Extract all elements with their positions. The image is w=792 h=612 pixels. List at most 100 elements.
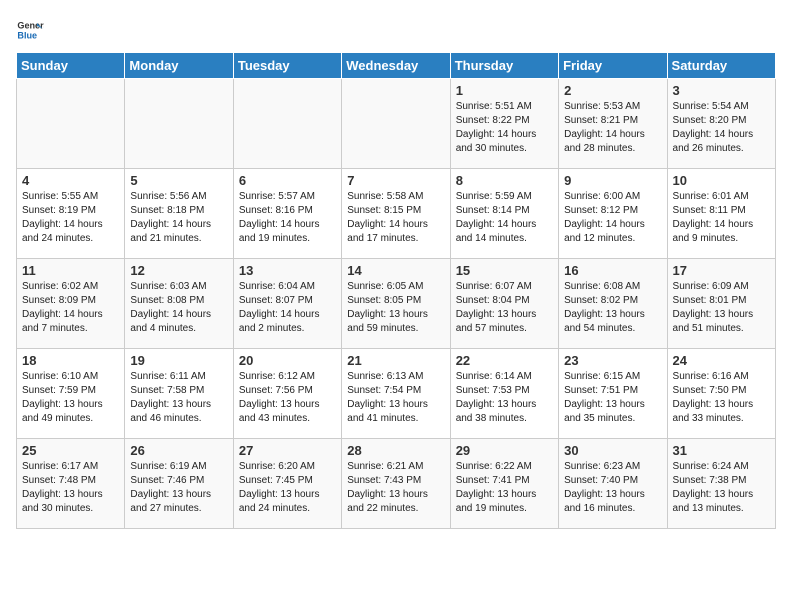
calendar-cell: 31 Sunrise: 6:24 AM Sunset: 7:38 PM Dayli… — [667, 439, 775, 529]
calendar-cell: 24 Sunrise: 6:16 AM Sunset: 7:50 PM Dayli… — [667, 349, 775, 439]
day-info: Sunrise: 6:20 AM Sunset: 7:45 PM Dayligh… — [239, 460, 336, 516]
day-info: Sunrise: 6:13 AM Sunset: 7:54 PM Dayligh… — [347, 370, 444, 426]
calendar-cell: 25 Sunrise: 6:17 AM Sunset: 7:48 PM Dayli… — [17, 439, 125, 529]
day-number: 29 — [456, 443, 553, 458]
day-number: 18 — [22, 353, 119, 368]
day-info: Sunrise: 6:05 AM Sunset: 8:05 PM Dayligh… — [347, 280, 444, 336]
day-number: 23 — [564, 353, 661, 368]
day-number: 9 — [564, 173, 661, 188]
day-number: 6 — [239, 173, 336, 188]
day-info: Sunrise: 5:55 AM Sunset: 8:19 PM Dayligh… — [22, 190, 119, 246]
day-info: Sunrise: 6:24 AM Sunset: 7:38 PM Dayligh… — [673, 460, 770, 516]
day-info: Sunrise: 6:01 AM Sunset: 8:11 PM Dayligh… — [673, 190, 770, 246]
day-number: 25 — [22, 443, 119, 458]
day-number: 26 — [130, 443, 227, 458]
day-info: Sunrise: 6:11 AM Sunset: 7:58 PM Dayligh… — [130, 370, 227, 426]
day-number: 8 — [456, 173, 553, 188]
calendar-cell: 4 Sunrise: 5:55 AM Sunset: 8:19 PM Daylig… — [17, 169, 125, 259]
weekday-header-saturday: Saturday — [667, 53, 775, 79]
day-number: 5 — [130, 173, 227, 188]
day-number: 31 — [673, 443, 770, 458]
day-info: Sunrise: 6:19 AM Sunset: 7:46 PM Dayligh… — [130, 460, 227, 516]
day-number: 16 — [564, 263, 661, 278]
day-info: Sunrise: 6:23 AM Sunset: 7:40 PM Dayligh… — [564, 460, 661, 516]
calendar-cell: 1 Sunrise: 5:51 AM Sunset: 8:22 PM Daylig… — [450, 79, 558, 169]
logo-icon: General Blue — [16, 16, 44, 44]
calendar-cell: 11 Sunrise: 6:02 AM Sunset: 8:09 PM Dayli… — [17, 259, 125, 349]
day-number: 4 — [22, 173, 119, 188]
calendar-table: SundayMondayTuesdayWednesdayThursdayFrid… — [16, 52, 776, 529]
calendar-cell: 26 Sunrise: 6:19 AM Sunset: 7:46 PM Dayli… — [125, 439, 233, 529]
day-number: 2 — [564, 83, 661, 98]
calendar-cell: 19 Sunrise: 6:11 AM Sunset: 7:58 PM Dayli… — [125, 349, 233, 439]
calendar-cell: 16 Sunrise: 6:08 AM Sunset: 8:02 PM Dayli… — [559, 259, 667, 349]
day-info: Sunrise: 6:17 AM Sunset: 7:48 PM Dayligh… — [22, 460, 119, 516]
weekday-header-thursday: Thursday — [450, 53, 558, 79]
calendar-cell: 12 Sunrise: 6:03 AM Sunset: 8:08 PM Dayli… — [125, 259, 233, 349]
calendar-cell: 10 Sunrise: 6:01 AM Sunset: 8:11 PM Dayli… — [667, 169, 775, 259]
calendar-cell: 6 Sunrise: 5:57 AM Sunset: 8:16 PM Daylig… — [233, 169, 341, 259]
day-info: Sunrise: 6:22 AM Sunset: 7:41 PM Dayligh… — [456, 460, 553, 516]
calendar-cell: 20Sunrise: 6:12 AM Sunset: 7:56 PM Dayli… — [233, 349, 341, 439]
calendar-cell: 28 Sunrise: 6:21 AM Sunset: 7:43 PM Dayli… — [342, 439, 450, 529]
calendar-cell: 9 Sunrise: 6:00 AM Sunset: 8:12 PM Daylig… — [559, 169, 667, 259]
calendar-cell: 21Sunrise: 6:13 AM Sunset: 7:54 PM Dayli… — [342, 349, 450, 439]
svg-text:Blue: Blue — [17, 30, 37, 40]
day-number: 10 — [673, 173, 770, 188]
day-number: 22 — [456, 353, 553, 368]
day-info: Sunrise: 6:02 AM Sunset: 8:09 PM Dayligh… — [22, 280, 119, 336]
weekday-header-friday: Friday — [559, 53, 667, 79]
weekday-header-wednesday: Wednesday — [342, 53, 450, 79]
day-info: Sunrise: 6:00 AM Sunset: 8:12 PM Dayligh… — [564, 190, 661, 246]
weekday-header-sunday: Sunday — [17, 53, 125, 79]
day-info: Sunrise: 5:51 AM Sunset: 8:22 PM Dayligh… — [456, 100, 553, 156]
day-info: Sunrise: 5:59 AM Sunset: 8:14 PM Dayligh… — [456, 190, 553, 246]
day-number: 11 — [22, 263, 119, 278]
day-info: Sunrise: 6:15 AM Sunset: 7:51 PM Dayligh… — [564, 370, 661, 426]
calendar-cell: 14 Sunrise: 6:05 AM Sunset: 8:05 PM Dayli… — [342, 259, 450, 349]
day-number: 3 — [673, 83, 770, 98]
calendar-cell: 2 Sunrise: 5:53 AM Sunset: 8:21 PM Daylig… — [559, 79, 667, 169]
day-info: Sunrise: 5:57 AM Sunset: 8:16 PM Dayligh… — [239, 190, 336, 246]
day-number: 14 — [347, 263, 444, 278]
page-header: General Blue — [16, 16, 776, 44]
day-number: 1 — [456, 83, 553, 98]
day-info: Sunrise: 5:54 AM Sunset: 8:20 PM Dayligh… — [673, 100, 770, 156]
day-info: Sunrise: 6:14 AM Sunset: 7:53 PM Dayligh… — [456, 370, 553, 426]
day-number: 28 — [347, 443, 444, 458]
day-number: 12 — [130, 263, 227, 278]
day-info: Sunrise: 6:07 AM Sunset: 8:04 PM Dayligh… — [456, 280, 553, 336]
calendar-cell — [233, 79, 341, 169]
day-number: 19 — [130, 353, 227, 368]
calendar-cell: 5 Sunrise: 5:56 AM Sunset: 8:18 PM Daylig… — [125, 169, 233, 259]
day-number: 27 — [239, 443, 336, 458]
calendar-cell: 17Sunrise: 6:09 AM Sunset: 8:01 PM Dayli… — [667, 259, 775, 349]
calendar-cell: 18Sunrise: 6:10 AM Sunset: 7:59 PM Dayli… — [17, 349, 125, 439]
day-number: 24 — [673, 353, 770, 368]
calendar-cell: 8 Sunrise: 5:59 AM Sunset: 8:14 PM Daylig… — [450, 169, 558, 259]
day-info: Sunrise: 6:21 AM Sunset: 7:43 PM Dayligh… — [347, 460, 444, 516]
day-number: 30 — [564, 443, 661, 458]
calendar-cell: 15 Sunrise: 6:07 AM Sunset: 8:04 PM Dayli… — [450, 259, 558, 349]
weekday-header-tuesday: Tuesday — [233, 53, 341, 79]
day-info: Sunrise: 5:53 AM Sunset: 8:21 PM Dayligh… — [564, 100, 661, 156]
day-info: Sunrise: 6:16 AM Sunset: 7:50 PM Dayligh… — [673, 370, 770, 426]
svg-text:General: General — [17, 21, 44, 31]
calendar-cell — [125, 79, 233, 169]
calendar-cell: 7Sunrise: 5:58 AM Sunset: 8:15 PM Daylig… — [342, 169, 450, 259]
day-number: 7 — [347, 173, 444, 188]
day-info: Sunrise: 6:08 AM Sunset: 8:02 PM Dayligh… — [564, 280, 661, 336]
day-info: Sunrise: 6:03 AM Sunset: 8:08 PM Dayligh… — [130, 280, 227, 336]
calendar-cell: 29 Sunrise: 6:22 AM Sunset: 7:41 PM Dayli… — [450, 439, 558, 529]
logo: General Blue — [16, 16, 48, 44]
calendar-cell: 22 Sunrise: 6:14 AM Sunset: 7:53 PM Dayli… — [450, 349, 558, 439]
day-info: Sunrise: 6:12 AM Sunset: 7:56 PM Dayligh… — [239, 370, 336, 426]
calendar-cell: 13Sunrise: 6:04 AM Sunset: 8:07 PM Dayli… — [233, 259, 341, 349]
day-number: 15 — [456, 263, 553, 278]
day-number: 17 — [673, 263, 770, 278]
day-info: Sunrise: 5:56 AM Sunset: 8:18 PM Dayligh… — [130, 190, 227, 246]
calendar-cell — [342, 79, 450, 169]
calendar-cell: 27 Sunrise: 6:20 AM Sunset: 7:45 PM Dayli… — [233, 439, 341, 529]
calendar-cell: 3 Sunrise: 5:54 AM Sunset: 8:20 PM Daylig… — [667, 79, 775, 169]
day-info: Sunrise: 6:04 AM Sunset: 8:07 PM Dayligh… — [239, 280, 336, 336]
